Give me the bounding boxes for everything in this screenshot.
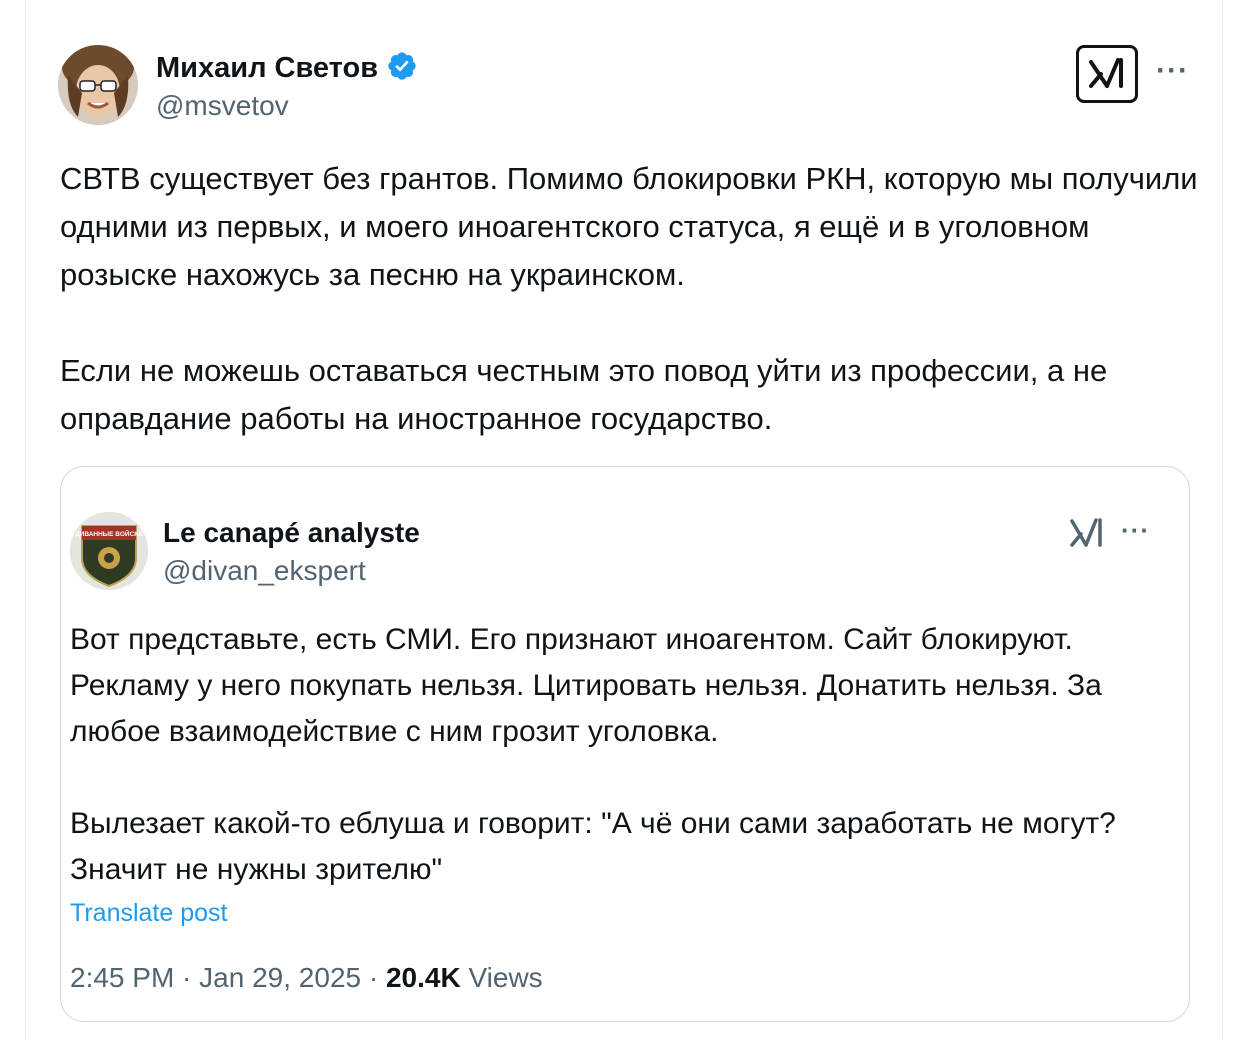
grok-icon xyxy=(1089,58,1123,88)
verified-badge-icon xyxy=(386,50,418,87)
quoted-paragraph: Вылезает какой-то еблуша и говорит: "А ч… xyxy=(70,807,1116,886)
author-name-row[interactable]: Михаил Светов xyxy=(156,50,418,87)
views-label: Views xyxy=(460,962,543,993)
translate-post-link[interactable]: Translate post xyxy=(70,899,227,928)
timestamp-time[interactable]: 2:45 PM xyxy=(70,962,174,994)
tweet-paragraph: СВТВ существует без грантов. Помимо блок… xyxy=(60,161,1198,292)
quoted-paragraph: Вот представьте, есть СМИ. Его признают … xyxy=(70,623,1102,748)
quoted-author-name[interactable]: Le canapé analyste xyxy=(163,517,420,549)
author-handle[interactable]: @msvetov xyxy=(156,90,289,122)
tweet-text: СВТВ существует без грантов. Помимо блок… xyxy=(60,155,1210,443)
quoted-grok-button[interactable] xyxy=(1069,515,1105,551)
quoted-author-handle[interactable]: @divan_ekspert xyxy=(163,555,366,587)
author-avatar[interactable] xyxy=(58,45,138,125)
quoted-author-avatar[interactable]: ДИВАННЫЕ ВОЙСКА xyxy=(70,512,148,590)
timestamp-date[interactable]: Jan 29, 2025 xyxy=(199,962,361,994)
more-horizontal-icon[interactable]: ··· xyxy=(1121,517,1150,543)
tweet-paragraph: Если не можешь оставаться честным это по… xyxy=(60,353,1108,436)
avatar-emblem-text: ДИВАННЫЕ ВОЙСКА xyxy=(75,529,143,538)
grok-button[interactable] xyxy=(1076,45,1138,103)
quoted-tweet[interactable]: ДИВАННЫЕ ВОЙСКА Le canapé analyste @diva… xyxy=(60,466,1190,1022)
grok-icon xyxy=(1070,518,1102,547)
tweet-meta: 2:45 PM · Jan 29, 2025 · 20.4K Views xyxy=(70,962,543,994)
more-horizontal-icon[interactable]: ··· xyxy=(1156,56,1189,86)
quoted-tweet-text: Вот представьте, есть СМИ. Его признают … xyxy=(70,617,1170,893)
meta-separator: · xyxy=(174,962,200,993)
meta-separator: · xyxy=(361,962,386,993)
author-name[interactable]: Михаил Светов xyxy=(156,52,378,85)
views-count[interactable]: 20.4K xyxy=(386,962,461,994)
